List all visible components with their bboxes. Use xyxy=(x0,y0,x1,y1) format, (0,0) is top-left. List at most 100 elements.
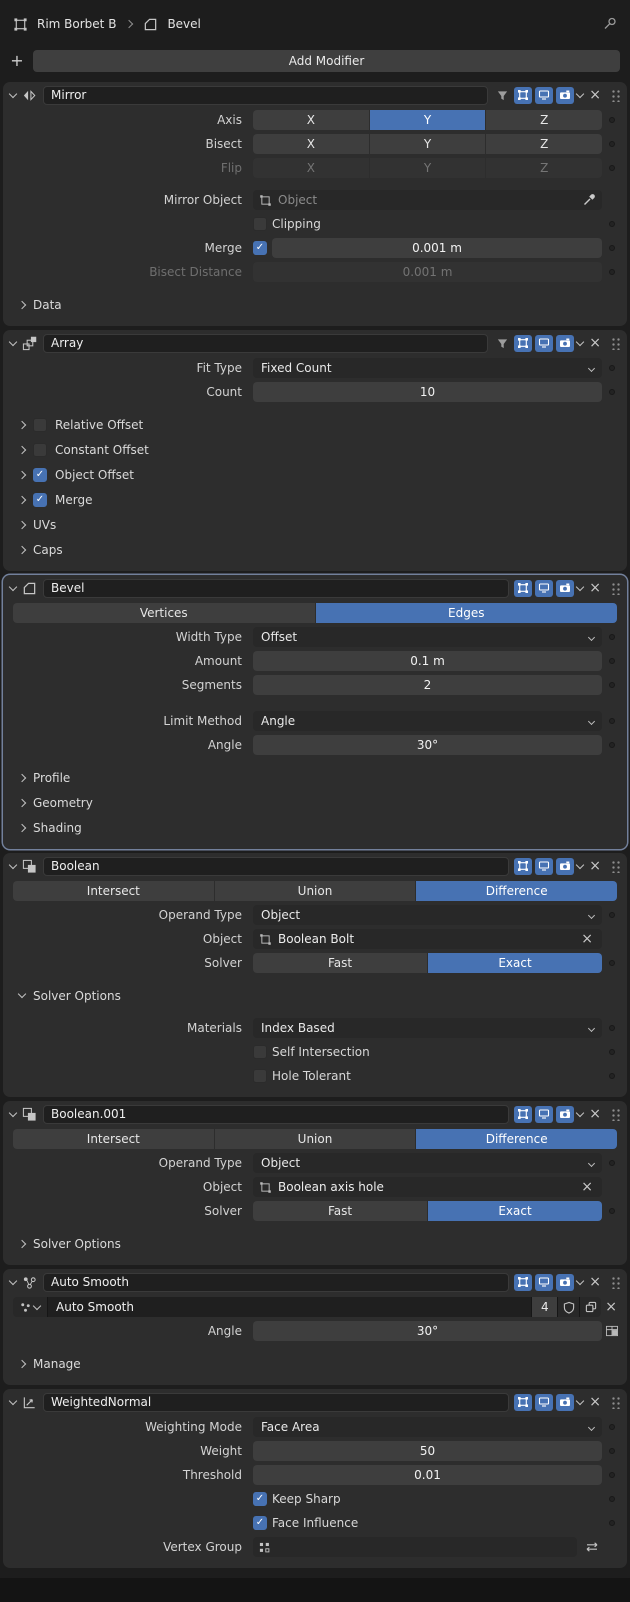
clear-object-icon[interactable]: × xyxy=(578,932,596,946)
subpanel-caps[interactable]: Caps xyxy=(3,537,627,562)
modifier-name-input[interactable]: Bevel xyxy=(43,579,509,598)
modifier-name-input[interactable]: Mirror xyxy=(43,86,488,105)
drag-handle-icon[interactable] xyxy=(610,336,620,350)
edit-mode-toggle-icon[interactable] xyxy=(514,335,532,352)
subpanel-geometry[interactable]: Geometry xyxy=(3,790,627,815)
array-panel-header[interactable]: Array × xyxy=(3,330,627,356)
close-icon[interactable]: × xyxy=(586,859,604,873)
decorator-dot[interactable] xyxy=(609,912,615,918)
edit-mode-toggle-icon[interactable] xyxy=(514,1274,532,1291)
realtime-display-toggle-icon[interactable] xyxy=(535,858,553,875)
edit-mode-toggle-icon[interactable] xyxy=(514,858,532,875)
decorator-dot[interactable] xyxy=(609,389,615,395)
close-icon[interactable]: × xyxy=(586,581,604,595)
render-display-toggle-icon[interactable] xyxy=(556,580,574,597)
mirror-axis-y-button[interactable]: Y xyxy=(370,110,486,130)
extras-dropdown-icon[interactable] xyxy=(576,1276,584,1284)
edit-mode-toggle-icon[interactable] xyxy=(514,1394,532,1411)
decorator-dot[interactable] xyxy=(609,1160,615,1166)
expand-chevron-icon[interactable] xyxy=(9,1108,17,1116)
limit-method-dropdown[interactable]: Angle xyxy=(253,711,602,731)
plus-icon[interactable]: + xyxy=(10,53,24,69)
drag-handle-icon[interactable] xyxy=(610,1395,620,1409)
users-count-button[interactable]: 4 xyxy=(531,1297,557,1317)
expand-chevron-icon[interactable] xyxy=(9,582,17,590)
unlink-icon[interactable]: × xyxy=(605,1299,617,1315)
angle-field[interactable]: 30° xyxy=(253,735,602,755)
affect-vertices-button[interactable]: Vertices xyxy=(13,603,315,623)
subpanel-constant-offset[interactable]: Constant Offset xyxy=(3,437,627,462)
subpanel-relative-offset[interactable]: Relative Offset xyxy=(3,412,627,437)
decorator-dot[interactable] xyxy=(609,245,615,251)
solver-fast-button[interactable]: Fast xyxy=(253,1201,427,1221)
mirror-bisect-z-button[interactable]: Z xyxy=(486,134,602,154)
mirror-flip-x-button[interactable]: X xyxy=(253,158,369,178)
boolean001-object-field[interactable]: Boolean axis hole × xyxy=(253,1177,602,1197)
mirror-panel-header[interactable]: Mirror × xyxy=(3,82,627,108)
clipping-checkbox[interactable] xyxy=(253,217,267,231)
fit-type-dropdown[interactable]: Fixed Count xyxy=(253,358,602,378)
decorator-dot[interactable] xyxy=(609,1208,615,1214)
close-icon[interactable]: × xyxy=(586,88,604,102)
self-intersection-checkbox[interactable] xyxy=(253,1045,267,1059)
modifier-name-input[interactable]: Boolean xyxy=(43,857,509,876)
drag-handle-icon[interactable] xyxy=(610,1107,620,1121)
keep-sharp-checkbox[interactable]: ✓ xyxy=(253,1492,267,1506)
duplicate-icon[interactable] xyxy=(579,1297,601,1317)
subpanel-solver-options[interactable]: Solver Options xyxy=(3,983,627,1008)
solver-fast-button[interactable]: Fast xyxy=(253,953,427,973)
materials-dropdown[interactable]: Index Based xyxy=(253,1018,602,1038)
bisect-distance-field[interactable]: 0.001 m xyxy=(253,262,602,282)
merge-threshold-field[interactable]: 0.001 m xyxy=(272,238,602,258)
render-display-toggle-icon[interactable] xyxy=(556,1106,574,1123)
mirror-bisect-x-button[interactable]: X xyxy=(253,134,369,154)
subpanel-data[interactable]: Data xyxy=(3,292,627,317)
clear-object-icon[interactable]: × xyxy=(578,1180,596,1194)
weighted-normal-panel-header[interactable]: WeightedNormal × xyxy=(3,1389,627,1415)
input-attribute-toggle-icon[interactable] xyxy=(605,1325,619,1337)
render-display-toggle-icon[interactable] xyxy=(556,87,574,104)
close-icon[interactable]: × xyxy=(586,1395,604,1409)
decorator-dot[interactable] xyxy=(609,1025,615,1031)
face-influence-checkbox[interactable]: ✓ xyxy=(253,1516,267,1530)
mirror-axis-z-button[interactable]: Z xyxy=(486,110,602,130)
drag-handle-icon[interactable] xyxy=(610,859,620,873)
decorator-dot[interactable] xyxy=(609,365,615,371)
breadcrumb-modifier-name[interactable]: Bevel xyxy=(167,17,200,31)
decorator-dot[interactable] xyxy=(609,742,615,748)
decorator-dot[interactable] xyxy=(609,1472,615,1478)
merge-checkbox[interactable]: ✓ xyxy=(33,493,47,507)
operation-union-button[interactable]: Union xyxy=(215,881,416,901)
render-display-toggle-icon[interactable] xyxy=(556,1394,574,1411)
subpanel-shading[interactable]: Shading xyxy=(3,815,627,840)
decorator-dot[interactable] xyxy=(609,718,615,724)
weight-field[interactable]: 50 xyxy=(253,1441,602,1461)
vertex-group-field[interactable] xyxy=(253,1537,577,1557)
decorator-dot[interactable] xyxy=(609,1520,615,1526)
invert-vertex-group-icon[interactable] xyxy=(582,1537,602,1557)
mirror-flip-z-button[interactable]: Z xyxy=(486,158,602,178)
operation-intersect-button[interactable]: Intersect xyxy=(13,1129,214,1149)
add-modifier-button[interactable]: Add Modifier xyxy=(33,50,620,72)
close-icon[interactable]: × xyxy=(586,1107,604,1121)
decorator-dot[interactable] xyxy=(609,221,615,227)
mirror-axis-x-button[interactable]: X xyxy=(253,110,369,130)
extras-dropdown-icon[interactable] xyxy=(576,860,584,868)
affect-edges-button[interactable]: Edges xyxy=(316,603,618,623)
fake-user-shield-icon[interactable] xyxy=(557,1297,579,1317)
operation-difference-button[interactable]: Difference xyxy=(416,881,617,901)
auto-smooth-panel-header[interactable]: Auto Smooth × xyxy=(3,1269,627,1295)
boolean001-panel-header[interactable]: Boolean.001 × xyxy=(3,1101,627,1127)
render-display-toggle-icon[interactable] xyxy=(556,1274,574,1291)
constant-offset-checkbox[interactable] xyxy=(33,443,47,457)
realtime-display-toggle-icon[interactable] xyxy=(535,335,553,352)
decorator-dot[interactable] xyxy=(609,960,615,966)
boolean-panel-header[interactable]: Boolean × xyxy=(3,853,627,879)
amount-field[interactable]: 0.1 m xyxy=(253,651,602,671)
decorator-dot[interactable] xyxy=(609,1073,615,1079)
drag-handle-icon[interactable] xyxy=(610,1275,620,1289)
solver-exact-button[interactable]: Exact xyxy=(428,953,602,973)
subpanel-manage[interactable]: Manage xyxy=(3,1351,627,1376)
close-icon[interactable]: × xyxy=(586,336,604,350)
decorator-dot[interactable] xyxy=(609,634,615,640)
